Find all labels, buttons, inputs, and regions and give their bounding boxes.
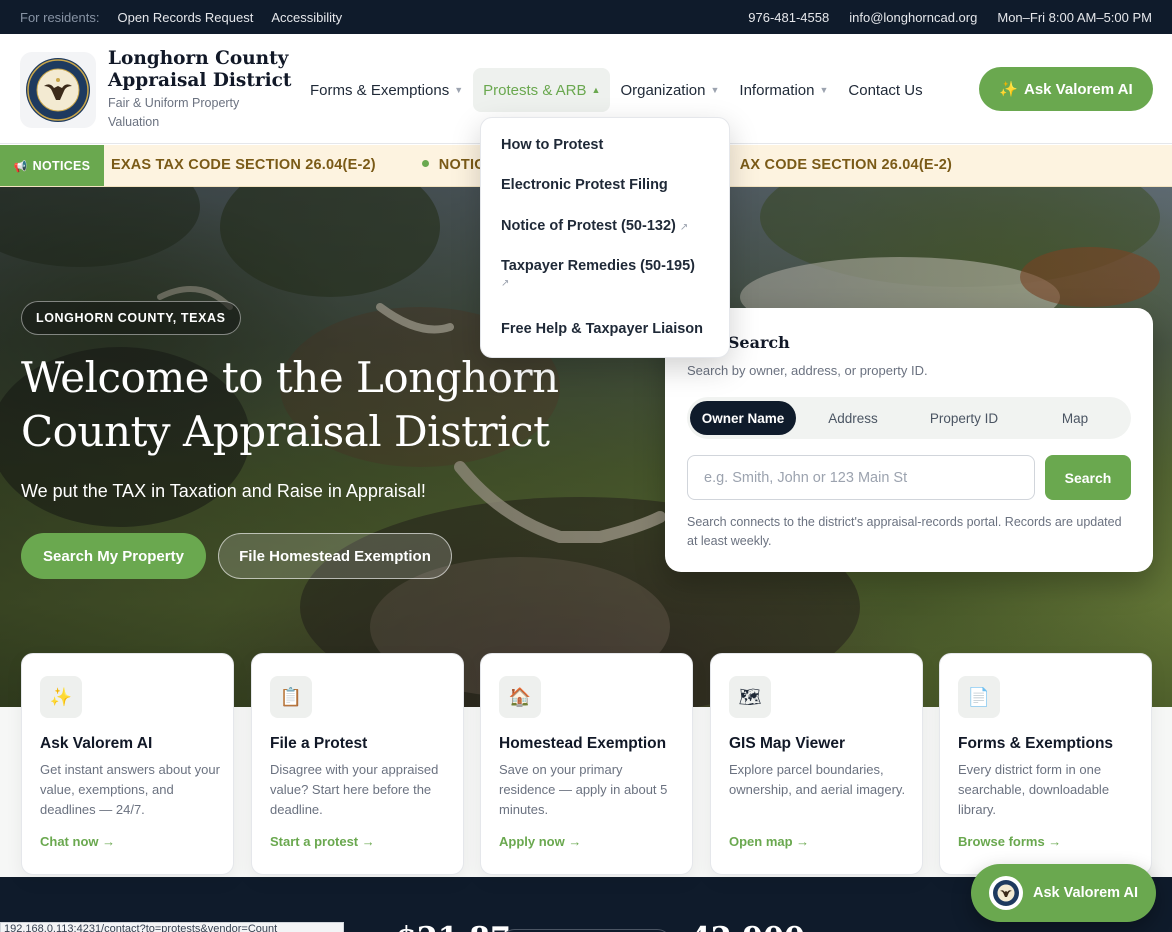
apply-now-link[interactable]: Apply now → (499, 834, 581, 849)
search-note: Search connects to the district's apprai… (687, 515, 1122, 548)
chat-now-link[interactable]: Chat now → (40, 834, 115, 849)
caret-down-icon: ▼ (819, 85, 829, 95)
nav-label: Contact Us (848, 81, 923, 99)
nav-label: Information (739, 81, 815, 99)
external-link-icon: ↗ (679, 222, 689, 233)
caret-down-icon: ▼ (710, 85, 720, 95)
dropdown-label: Notice of Protest (50-132) (501, 218, 676, 234)
house-icon: 🏠 (499, 676, 541, 718)
seal-icon (989, 876, 1023, 910)
dropdown-notice-of-protest[interactable]: Notice of Protest (50-132) ↗ (501, 218, 688, 234)
property-search-input[interactable] (687, 455, 1035, 500)
document-icon: 📄 (958, 676, 1000, 718)
card-file-a-protest[interactable]: 📋 File a Protest Disagree with your appr… (251, 653, 464, 875)
tab-address[interactable]: Address (800, 401, 906, 435)
notices-tag: 📢 NOTICES (0, 145, 104, 186)
ticker-item: EXAS TAX CODE SECTION 26.04(E-2) (111, 157, 376, 173)
dropdown-electronic-filing[interactable]: Electronic Protest Filing (501, 177, 668, 193)
caret-up-icon: ▲ (591, 85, 601, 95)
brand-title[interactable]: Longhorn County Appraisal District (108, 48, 291, 92)
office-hours: Mon–Fri 8:00 AM–5:00 PM (997, 9, 1152, 25)
external-link-icon: ↗ (501, 278, 510, 289)
nav-label: Forms & Exemptions (310, 81, 450, 99)
ticker-item: AX CODE SECTION 26.04(E-2) (739, 157, 953, 173)
file-homestead-exemption-button[interactable]: File Homestead Exemption (218, 533, 452, 579)
hero-title: Welcome to the Longhorn County Appraisal… (21, 353, 559, 456)
dropdown-label: Taxpayer Remedies (50-195) (501, 258, 695, 274)
browser-status-url: 192.168.0.113:4231/contact?to=protests&v… (0, 922, 344, 932)
dropdown-label: Electronic Protest Filing (501, 177, 668, 193)
dropdown-taxpayer-remedies[interactable]: Taxpayer Remedies (50-195) ↗ (501, 258, 695, 290)
open-records-link[interactable]: Open Records Request (117, 10, 253, 25)
card-ask-valorem-ai[interactable]: ✨ Ask Valorem AI Get instant answers abo… (21, 653, 234, 875)
nav-label: Protests & ARB (483, 81, 587, 99)
dropdown-label: How to Protest (501, 137, 604, 153)
search-card-subtitle: Search by owner, address, or property ID… (687, 363, 928, 378)
notices-label: NOTICES (32, 159, 91, 173)
nav-protests-arb[interactable]: Protests & ARB ▲ (473, 68, 611, 112)
brand-subtitle: Fair & Uniform Property Valuation (108, 96, 240, 129)
card-description: Save on your primary residence — apply i… (499, 762, 668, 817)
dropdown-free-help[interactable]: Free Help & Taxpayer Liaison (501, 321, 703, 337)
search-my-property-button[interactable]: Search My Property (21, 533, 206, 579)
caret-down-icon: ▼ (454, 85, 464, 95)
search-button[interactable]: Search (1045, 455, 1131, 500)
card-title: Homestead Exemption (499, 735, 667, 752)
ask-valorem-ai-chat-button[interactable]: Ask Valorem AI (971, 864, 1156, 922)
ai-button-label: Ask Valorem AI (1024, 80, 1133, 98)
dropdown-label: Free Help & Taxpayer Liaison (501, 321, 703, 337)
protests-dropdown-menu: How to Protest Electronic Protest Filing… (480, 117, 730, 358)
residents-label: For residents: (20, 9, 100, 25)
tab-owner-name[interactable]: Owner Name (690, 401, 796, 435)
dropdown-how-to-protest[interactable]: How to Protest (501, 137, 603, 153)
search-mode-tabs: Owner Name Address Property ID Map (687, 397, 1131, 439)
nav-organization[interactable]: Organization ▼ (610, 68, 729, 112)
browse-forms-link[interactable]: Browse forms → (958, 834, 1061, 849)
property-search-card: erty Search Search by owner, address, or… (665, 308, 1153, 572)
card-title: File a Protest (270, 735, 368, 752)
sparkle-icon: ✨ (40, 676, 82, 718)
open-map-link[interactable]: Open map → (729, 834, 809, 849)
nav-label: Organization (620, 81, 706, 99)
card-gis-map-viewer[interactable]: 🗺 GIS Map Viewer Explore parcel boundari… (710, 653, 923, 875)
clipboard-icon: 📋 (270, 676, 312, 718)
card-title: Ask Valorem AI (40, 735, 153, 752)
tab-map[interactable]: Map (1022, 401, 1128, 435)
nav-contact-us[interactable]: Contact Us (838, 68, 932, 112)
ask-valorem-ai-button[interactable]: ✨ Ask Valorem AI (979, 67, 1153, 111)
card-homestead-exemption[interactable]: 🏠 Homestead Exemption Save on your prima… (480, 653, 693, 875)
main-nav: Forms & Exemptions ▼ Protests & ARB ▲ Orga… (300, 68, 933, 112)
hero-tagline: We put the TAX in Taxation and Raise in … (21, 481, 426, 501)
megaphone-icon: 📢 (13, 160, 28, 173)
brand-title-line2: Appraisal District (108, 70, 292, 91)
chat-button-label: Ask Valorem AI (1033, 885, 1139, 901)
seal-icon (26, 58, 90, 122)
nav-information[interactable]: Information ▼ (729, 68, 838, 112)
accessibility-link[interactable]: Accessibility (271, 10, 342, 25)
card-description: Explore parcel boundaries, ownership, an… (729, 762, 906, 797)
map-icon: 🗺 (729, 676, 771, 718)
email-link[interactable]: info@longhorncad.org (849, 10, 977, 25)
seal-mini-icon (993, 880, 1019, 906)
stat-value: $21.87 (396, 921, 511, 932)
card-forms-exemptions[interactable]: 📄 Forms & Exemptions Every district form… (939, 653, 1152, 875)
brand-title-line1: Longhorn County (108, 48, 289, 69)
card-title: GIS Map Viewer (729, 735, 846, 752)
phone-number[interactable]: 976-481-4558 (748, 10, 829, 25)
start-protest-link[interactable]: Start a protest → (270, 834, 375, 849)
location-badge: LONGHORN COUNTY, TEXAS (21, 301, 241, 335)
nav-forms-exemptions[interactable]: Forms & Exemptions ▼ (300, 68, 473, 112)
tab-property-id[interactable]: Property ID (910, 401, 1018, 435)
card-description: Disagree with your appraised value? Star… (270, 762, 439, 817)
bullet-dot-icon (421, 160, 429, 167)
sparkle-icon: ✨ (999, 81, 1018, 98)
stat-value: 42,900 (690, 921, 805, 932)
card-description: Every district form in one searchable, d… (958, 762, 1110, 817)
card-title: Forms & Exemptions (958, 735, 1114, 752)
card-description: Get instant answers about your value, ex… (40, 762, 220, 817)
district-seal-logo[interactable] (20, 52, 96, 128)
top-utility-bar: For residents: Open Records Request Acce… (0, 0, 1172, 34)
